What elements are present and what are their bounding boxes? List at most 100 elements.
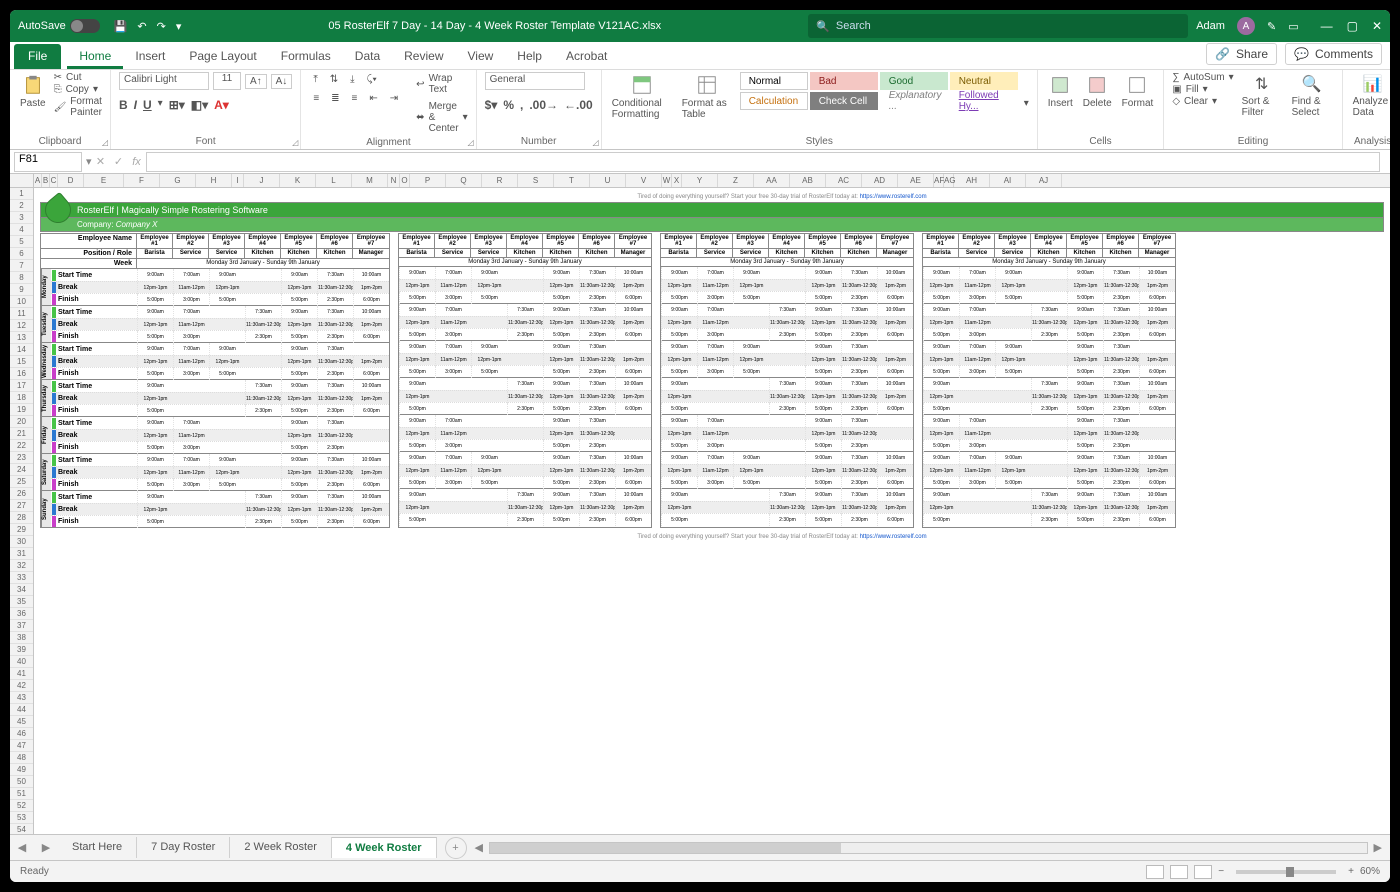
time-cell[interactable]: 9:00am <box>923 415 959 427</box>
time-cell[interactable]: 5:00pm <box>137 479 173 491</box>
time-cell[interactable]: 10:00am <box>353 454 389 466</box>
time-cell[interactable]: 12pm-1pm <box>995 280 1031 292</box>
time-cell[interactable]: 7:30am <box>317 306 353 318</box>
time-cell[interactable]: 11am-12pm <box>435 280 471 292</box>
time-cell[interactable]: 2:30pm <box>1031 514 1067 526</box>
time-cell[interactable]: 12pm-1pm <box>399 502 435 514</box>
time-cell[interactable]: 3:00pm <box>697 366 733 378</box>
time-cell[interactable]: 11am-12pm <box>173 430 209 442</box>
time-cell[interactable]: 12pm-1pm <box>805 502 841 514</box>
time-cell[interactable]: 2:30pm <box>841 366 877 378</box>
time-cell[interactable]: 11am-12pm <box>697 428 733 440</box>
time-cell[interactable]: 9:00am <box>661 267 697 279</box>
time-cell[interactable]: 6:00pm <box>353 331 389 343</box>
time-cell[interactable]: 5:00pm <box>805 403 841 415</box>
time-cell[interactable]: 7:30am <box>317 269 353 281</box>
time-cell[interactable]: 5:00pm <box>733 477 769 489</box>
time-cell[interactable]: 3:00pm <box>173 368 209 380</box>
currency-button[interactable]: $▾ <box>485 98 498 112</box>
time-cell[interactable]: 2:30pm <box>1103 292 1139 304</box>
time-cell[interactable]: 5:00pm <box>209 368 245 380</box>
time-cell[interactable]: 1pm-2pm <box>353 504 389 516</box>
row-24[interactable]: 24 <box>10 464 33 476</box>
time-cell[interactable]: 12pm-1pm <box>543 502 579 514</box>
time-cell[interactable]: 9:00am <box>805 304 841 316</box>
time-cell[interactable]: 3:00pm <box>173 442 209 454</box>
time-cell[interactable]: 11am-12pm <box>959 354 995 366</box>
merge-center-button[interactable]: ⬌ Merge & Center ▾ <box>416 100 467 135</box>
time-cell[interactable]: 1pm-2pm <box>615 502 651 514</box>
comma-button[interactable]: , <box>520 98 523 112</box>
time-cell[interactable]: 7:30am <box>841 489 877 501</box>
zoom-level[interactable]: 60% <box>1360 866 1380 877</box>
time-cell[interactable]: 9:00am <box>399 304 435 316</box>
cancel-icon[interactable]: ✕ <box>92 155 110 168</box>
time-cell[interactable]: 7:30am <box>507 378 543 390</box>
col-N[interactable]: N <box>388 174 400 187</box>
row-25[interactable]: 25 <box>10 476 33 488</box>
time-cell[interactable]: 3:00pm <box>959 440 995 452</box>
time-cell[interactable]: 12pm-1pm <box>137 467 173 479</box>
time-cell[interactable]: 2:30pm <box>1103 477 1139 489</box>
formula-input[interactable] <box>146 152 1380 172</box>
time-cell[interactable]: 12pm-1pm <box>399 280 435 292</box>
time-cell[interactable]: 9:00am <box>399 341 435 353</box>
time-cell[interactable]: 9:00am <box>471 452 507 464</box>
time-cell[interactable]: 9:00am <box>281 343 317 355</box>
tab-formulas[interactable]: Formulas <box>269 44 343 69</box>
row-18[interactable]: 18 <box>10 392 33 404</box>
time-cell[interactable]: 12pm-1pm <box>209 356 245 368</box>
sheet-tab-2-week-roster[interactable]: 2 Week Roster <box>230 837 332 858</box>
time-cell[interactable]: 5:00pm <box>805 440 841 452</box>
time-cell[interactable]: 12pm-1pm <box>1067 317 1103 329</box>
time-cell[interactable]: 12pm-1pm <box>661 354 697 366</box>
underline-button[interactable]: U <box>143 98 152 112</box>
time-cell[interactable]: 6:00pm <box>615 292 651 304</box>
time-cell[interactable]: 3:00pm <box>697 292 733 304</box>
time-cell[interactable]: 11:30am-12:30pm <box>1031 502 1067 514</box>
time-cell[interactable]: 5:00pm <box>399 366 435 378</box>
time-cell[interactable]: 6:00pm <box>615 477 651 489</box>
row-39[interactable]: 39 <box>10 644 33 656</box>
time-cell[interactable]: 10:00am <box>353 491 389 503</box>
col-S[interactable]: S <box>518 174 554 187</box>
time-cell[interactable]: 2:30pm <box>245 405 281 417</box>
time-cell[interactable]: 6:00pm <box>353 294 389 306</box>
time-cell[interactable]: 12pm-1pm <box>281 430 317 442</box>
time-cell[interactable]: 9:00am <box>137 380 173 392</box>
col-M[interactable]: M <box>352 174 388 187</box>
time-cell[interactable]: 7:30am <box>579 341 615 353</box>
tab-insert[interactable]: Insert <box>123 44 177 69</box>
sheet-tab-4-week-roster[interactable]: 4 Week Roster <box>332 837 437 858</box>
style-followed-hy-[interactable]: Followed Hy... <box>950 92 1018 110</box>
time-cell[interactable]: 12pm-1pm <box>995 465 1031 477</box>
col-V[interactable]: V <box>626 174 662 187</box>
clear-button[interactable]: ◇ Clear ▾ <box>1172 96 1233 107</box>
time-cell[interactable]: 5:00pm <box>1067 329 1103 341</box>
time-cell[interactable]: 7:30am <box>841 452 877 464</box>
time-cell[interactable]: 11:30am-12:30pm <box>579 465 615 477</box>
time-cell[interactable]: 5:00pm <box>281 294 317 306</box>
time-cell[interactable]: 7:30am <box>317 380 353 392</box>
row-41[interactable]: 41 <box>10 668 33 680</box>
row-38[interactable]: 38 <box>10 632 33 644</box>
time-cell[interactable]: 12pm-1pm <box>471 354 507 366</box>
col-AI[interactable]: AI <box>990 174 1026 187</box>
indent-decrease[interactable]: ⇤ <box>365 91 381 106</box>
tab-help[interactable]: Help <box>505 44 554 69</box>
time-cell[interactable]: 10:00am <box>353 306 389 318</box>
time-cell[interactable]: 7:00am <box>959 341 995 353</box>
row-50[interactable]: 50 <box>10 776 33 788</box>
time-cell[interactable]: 12pm-1pm <box>1067 354 1103 366</box>
ribbon-display-icon[interactable]: ▭ <box>1288 20 1298 33</box>
time-cell[interactable]: 7:00am <box>173 417 209 429</box>
tab-review[interactable]: Review <box>392 44 455 69</box>
time-cell[interactable]: 1pm-2pm <box>353 467 389 479</box>
time-cell[interactable]: 12pm-1pm <box>399 428 435 440</box>
col-W[interactable]: W <box>662 174 672 187</box>
time-cell[interactable]: 9:00am <box>1067 452 1103 464</box>
time-cell[interactable]: 7:00am <box>959 267 995 279</box>
time-cell[interactable]: 3:00pm <box>697 477 733 489</box>
time-cell[interactable]: 5:00pm <box>733 292 769 304</box>
time-cell[interactable]: 10:00am <box>877 378 913 390</box>
